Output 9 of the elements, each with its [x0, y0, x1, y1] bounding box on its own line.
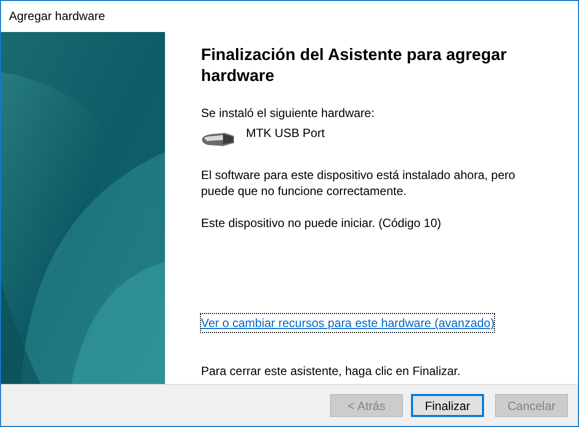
usb-plug-icon — [201, 131, 235, 147]
error-text: Este dispositivo no puede iniciar. (Código 10) — [201, 215, 442, 231]
status-text: El software para este dispositivo está instalado ahora, pero puede que no funcione correctamente. — [201, 167, 516, 199]
installed-label: Se instaló el siguiente hardware: — [201, 105, 376, 121]
device-name: MTK USB Port — [246, 125, 325, 141]
closing-text: Para cerrar este asistente, haga clic en Finalizar. — [201, 363, 462, 379]
dialog-button[interactable]: Finalizar — [411, 394, 484, 417]
wizard-heading: Finalización del Asistente para agregar hardware — [201, 45, 508, 87]
advanced-resources-link[interactable]: Ver o cambiar recursos para este hardware (avanzado) — [201, 314, 494, 332]
